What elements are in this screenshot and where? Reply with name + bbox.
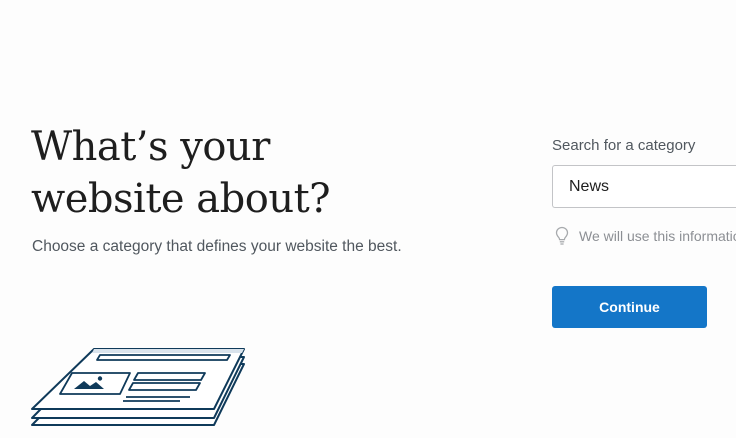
search-label: Search for a category [552,137,696,154]
page-title-line-1: What’s your [31,124,270,170]
continue-button[interactable]: Continue [552,286,707,328]
category-search-input[interactable] [552,165,736,208]
stacked-webpages-illustration [31,348,245,426]
page-title: What’s your website about? [31,121,451,225]
hint-text: We will use this information [579,228,736,244]
hint-row: We will use this information [555,226,736,246]
lightbulb-icon [555,226,569,245]
page-subtitle: Choose a category that defines your webs… [32,238,402,255]
page-title-line-2: website about? [31,176,331,222]
